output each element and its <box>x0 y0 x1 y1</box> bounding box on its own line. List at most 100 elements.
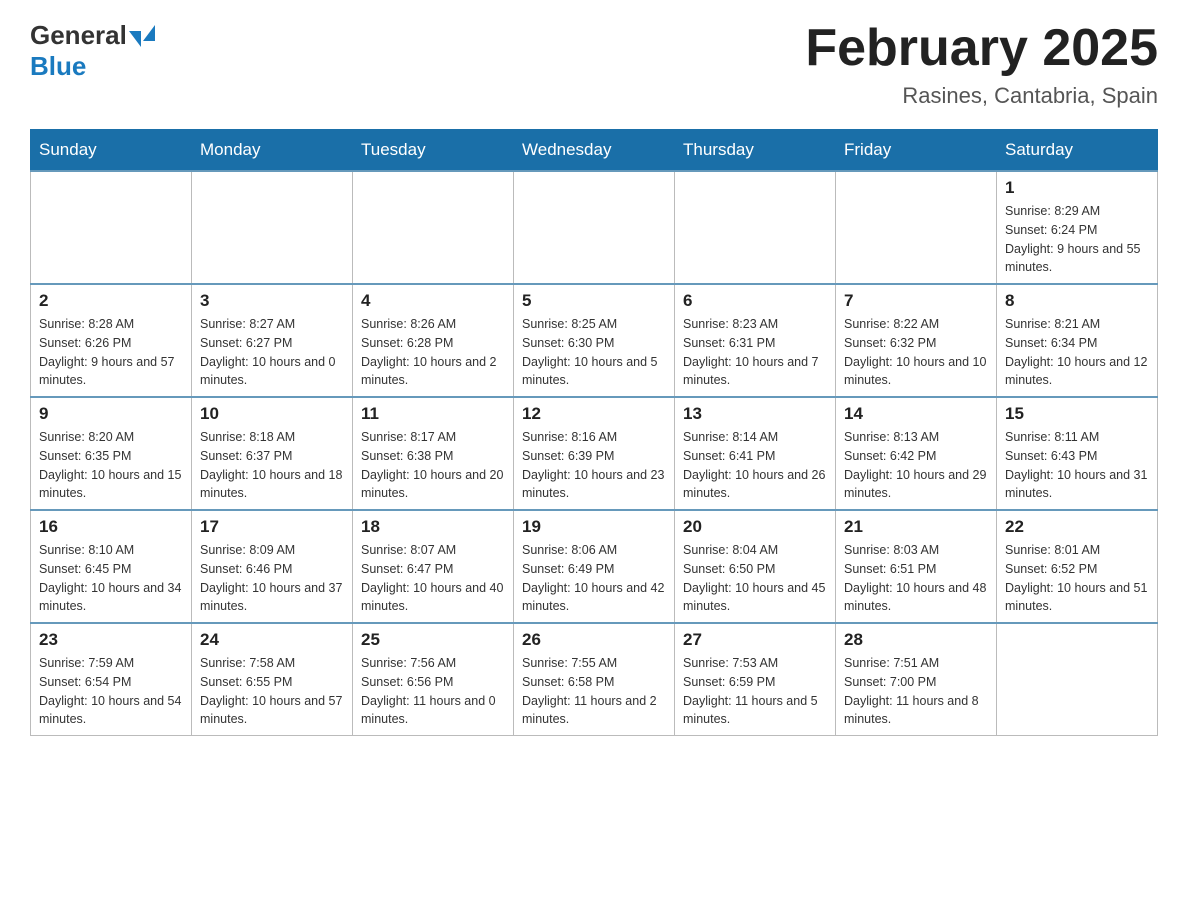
day-info: Sunrise: 8:25 AM Sunset: 6:30 PM Dayligh… <box>522 315 666 390</box>
logo-arrow2-icon <box>143 25 155 41</box>
day-info: Sunrise: 8:06 AM Sunset: 6:49 PM Dayligh… <box>522 541 666 616</box>
calendar-cell <box>192 171 353 284</box>
calendar-cell <box>675 171 836 284</box>
calendar-cell: 4Sunrise: 8:26 AM Sunset: 6:28 PM Daylig… <box>353 284 514 397</box>
calendar-title: February 2025 <box>805 20 1158 77</box>
week-row-3: 9 Sunrise: 8:20 AM Sunset: 6:35 PM Daylig… <box>31 397 1158 510</box>
day-info: Sunrise: 8:26 AM Sunset: 6:28 PM Dayligh… <box>361 315 505 390</box>
logo: General Blue <box>30 20 157 82</box>
day-number: 9 <box>39 404 183 424</box>
day-number: 6 <box>683 291 827 311</box>
calendar-cell: 19 Sunrise: 8:06 AM Sunset: 6:49 PM Dayli… <box>514 510 675 623</box>
day-info: Sunrise: 8:21 AM Sunset: 6:34 PM Dayligh… <box>1005 315 1149 390</box>
day-info: Sunrise: 8:10 AM Sunset: 6:45 PM Dayligh… <box>39 541 183 616</box>
day-number: 2 <box>39 291 183 311</box>
calendar-header-row: SundayMondayTuesdayWednesdayThursdayFrid… <box>31 130 1158 172</box>
day-info: Sunrise: 8:28 AM Sunset: 6:26 PM Dayligh… <box>39 315 183 390</box>
title-area: February 2025 Rasines, Cantabria, Spain <box>805 20 1158 109</box>
calendar-cell <box>997 623 1158 736</box>
calendar-cell: 7 Sunrise: 8:22 AM Sunset: 6:32 PM Daylig… <box>836 284 997 397</box>
column-header-sunday: Sunday <box>31 130 192 172</box>
calendar-cell: 13 Sunrise: 8:14 AM Sunset: 6:41 PM Dayli… <box>675 397 836 510</box>
day-info: Sunrise: 8:22 AM Sunset: 6:32 PM Dayligh… <box>844 315 988 390</box>
column-header-monday: Monday <box>192 130 353 172</box>
logo-blue-text: Blue <box>30 51 86 81</box>
week-row-1: 1Sunrise: 8:29 AM Sunset: 6:24 PM Daylig… <box>31 171 1158 284</box>
column-header-thursday: Thursday <box>675 130 836 172</box>
day-number: 7 <box>844 291 988 311</box>
day-number: 8 <box>1005 291 1149 311</box>
calendar-cell: 5 Sunrise: 8:25 AM Sunset: 6:30 PM Daylig… <box>514 284 675 397</box>
day-info: Sunrise: 8:27 AM Sunset: 6:27 PM Dayligh… <box>200 315 344 390</box>
calendar-table: SundayMondayTuesdayWednesdayThursdayFrid… <box>30 129 1158 736</box>
calendar-cell: 2 Sunrise: 8:28 AM Sunset: 6:26 PM Daylig… <box>31 284 192 397</box>
calendar-cell <box>31 171 192 284</box>
day-info: Sunrise: 8:20 AM Sunset: 6:35 PM Dayligh… <box>39 428 183 503</box>
calendar-cell <box>514 171 675 284</box>
day-number: 26 <box>522 630 666 650</box>
week-row-2: 2 Sunrise: 8:28 AM Sunset: 6:26 PM Daylig… <box>31 284 1158 397</box>
day-number: 13 <box>683 404 827 424</box>
calendar-cell: 20 Sunrise: 8:04 AM Sunset: 6:50 PM Dayli… <box>675 510 836 623</box>
day-info: Sunrise: 8:29 AM Sunset: 6:24 PM Dayligh… <box>1005 202 1149 277</box>
day-number: 17 <box>200 517 344 537</box>
day-info: Sunrise: 7:55 AM Sunset: 6:58 PM Dayligh… <box>522 654 666 729</box>
day-info: Sunrise: 8:09 AM Sunset: 6:46 PM Dayligh… <box>200 541 344 616</box>
day-info: Sunrise: 8:13 AM Sunset: 6:42 PM Dayligh… <box>844 428 988 503</box>
day-number: 25 <box>361 630 505 650</box>
calendar-cell: 8 Sunrise: 8:21 AM Sunset: 6:34 PM Daylig… <box>997 284 1158 397</box>
day-info: Sunrise: 8:11 AM Sunset: 6:43 PM Dayligh… <box>1005 428 1149 503</box>
day-info: Sunrise: 8:23 AM Sunset: 6:31 PM Dayligh… <box>683 315 827 390</box>
page-header: General Blue February 2025 Rasines, Cant… <box>30 20 1158 109</box>
day-info: Sunrise: 7:59 AM Sunset: 6:54 PM Dayligh… <box>39 654 183 729</box>
day-number: 27 <box>683 630 827 650</box>
calendar-cell <box>836 171 997 284</box>
day-info: Sunrise: 7:56 AM Sunset: 6:56 PM Dayligh… <box>361 654 505 729</box>
calendar-cell: 1Sunrise: 8:29 AM Sunset: 6:24 PM Daylig… <box>997 171 1158 284</box>
calendar-cell: 18 Sunrise: 8:07 AM Sunset: 6:47 PM Dayli… <box>353 510 514 623</box>
day-number: 22 <box>1005 517 1149 537</box>
calendar-cell: 3 Sunrise: 8:27 AM Sunset: 6:27 PM Daylig… <box>192 284 353 397</box>
calendar-cell: 17 Sunrise: 8:09 AM Sunset: 6:46 PM Dayli… <box>192 510 353 623</box>
day-number: 28 <box>844 630 988 650</box>
calendar-cell: 16Sunrise: 8:10 AM Sunset: 6:45 PM Dayli… <box>31 510 192 623</box>
calendar-cell: 26 Sunrise: 7:55 AM Sunset: 6:58 PM Dayli… <box>514 623 675 736</box>
logo-general-text: General <box>30 20 127 51</box>
day-number: 5 <box>522 291 666 311</box>
day-info: Sunrise: 8:18 AM Sunset: 6:37 PM Dayligh… <box>200 428 344 503</box>
calendar-cell: 24Sunrise: 7:58 AM Sunset: 6:55 PM Dayli… <box>192 623 353 736</box>
day-number: 19 <box>522 517 666 537</box>
calendar-cell: 27Sunrise: 7:53 AM Sunset: 6:59 PM Dayli… <box>675 623 836 736</box>
day-number: 15 <box>1005 404 1149 424</box>
calendar-cell: 23 Sunrise: 7:59 AM Sunset: 6:54 PM Dayli… <box>31 623 192 736</box>
day-info: Sunrise: 8:17 AM Sunset: 6:38 PM Dayligh… <box>361 428 505 503</box>
day-number: 3 <box>200 291 344 311</box>
day-number: 14 <box>844 404 988 424</box>
week-row-5: 23 Sunrise: 7:59 AM Sunset: 6:54 PM Dayli… <box>31 623 1158 736</box>
calendar-cell: 22 Sunrise: 8:01 AM Sunset: 6:52 PM Dayli… <box>997 510 1158 623</box>
day-number: 18 <box>361 517 505 537</box>
calendar-cell: 15 Sunrise: 8:11 AM Sunset: 6:43 PM Dayli… <box>997 397 1158 510</box>
calendar-cell: 9 Sunrise: 8:20 AM Sunset: 6:35 PM Daylig… <box>31 397 192 510</box>
day-info: Sunrise: 8:01 AM Sunset: 6:52 PM Dayligh… <box>1005 541 1149 616</box>
day-info: Sunrise: 8:16 AM Sunset: 6:39 PM Dayligh… <box>522 428 666 503</box>
day-number: 20 <box>683 517 827 537</box>
day-info: Sunrise: 8:07 AM Sunset: 6:47 PM Dayligh… <box>361 541 505 616</box>
calendar-cell <box>353 171 514 284</box>
day-number: 21 <box>844 517 988 537</box>
calendar-cell: 28 Sunrise: 7:51 AM Sunset: 7:00 PM Dayli… <box>836 623 997 736</box>
day-info: Sunrise: 8:14 AM Sunset: 6:41 PM Dayligh… <box>683 428 827 503</box>
day-number: 12 <box>522 404 666 424</box>
calendar-cell: 6 Sunrise: 8:23 AM Sunset: 6:31 PM Daylig… <box>675 284 836 397</box>
day-info: Sunrise: 7:51 AM Sunset: 7:00 PM Dayligh… <box>844 654 988 729</box>
day-number: 11 <box>361 404 505 424</box>
logo-arrow-icon <box>129 31 141 47</box>
week-row-4: 16Sunrise: 8:10 AM Sunset: 6:45 PM Dayli… <box>31 510 1158 623</box>
day-number: 10 <box>200 404 344 424</box>
column-header-saturday: Saturday <box>997 130 1158 172</box>
column-header-tuesday: Tuesday <box>353 130 514 172</box>
column-header-wednesday: Wednesday <box>514 130 675 172</box>
day-info: Sunrise: 8:04 AM Sunset: 6:50 PM Dayligh… <box>683 541 827 616</box>
day-info: Sunrise: 7:58 AM Sunset: 6:55 PM Dayligh… <box>200 654 344 729</box>
day-number: 23 <box>39 630 183 650</box>
